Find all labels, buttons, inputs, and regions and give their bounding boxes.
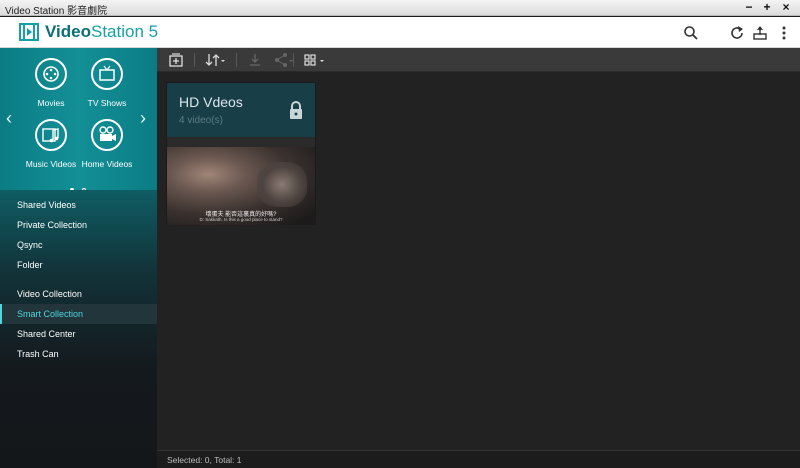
collection-count: 4 video(s) — [179, 115, 223, 126]
sidebar-item-qsync[interactable]: Qsync — [0, 235, 157, 255]
carousel-prev-icon[interactable]: ‹ — [6, 108, 12, 129]
sidebar-menu: Shared Videos Private Collection Qsync F… — [0, 190, 157, 468]
nav-tile-label: TV Shows — [87, 98, 127, 108]
tv-icon — [91, 58, 123, 90]
share-icon[interactable] — [273, 52, 295, 68]
toolbar — [157, 48, 800, 72]
collection-thumbnail: 壞蛋夫 能否這裏真的好嗎? D: Sakkath. Is this a good… — [167, 147, 315, 225]
sidebar: ‹ › Movies TV Shows Music Videos Home Vi… — [0, 48, 157, 468]
nav-tile-label: Music Videos — [25, 159, 77, 169]
sidebar-item-trash-can[interactable]: Trash Can — [0, 344, 157, 364]
nav-tile-label: Movies — [37, 98, 65, 108]
toolbar-divider — [194, 53, 195, 67]
lock-icon — [290, 101, 302, 119]
sidebar-item-shared-center[interactable]: Shared Center — [0, 324, 157, 344]
maximize-button[interactable]: + — [760, 0, 774, 16]
nav-tile-tv-shows[interactable]: TV Shows — [75, 58, 139, 108]
main-content: HD Vdeos 4 video(s) 壞蛋夫 能否這裏真的好嗎? D: Sak… — [157, 48, 800, 468]
sidebar-item-folder[interactable]: Folder — [0, 255, 157, 275]
nav-tile-music-videos[interactable]: Music Videos — [19, 119, 83, 169]
window-title: Video Station 影音劇院 — [5, 6, 108, 17]
view-mode-icon[interactable] — [303, 52, 327, 68]
sidebar-item-private-collection[interactable]: Private Collection — [0, 215, 157, 235]
music-video-icon — [35, 119, 67, 151]
window-titlebar[interactable]: Video Station 影音劇院 − + × — [0, 0, 800, 17]
collection-title: HD Vdeos — [179, 94, 243, 110]
sort-icon[interactable] — [205, 52, 227, 68]
collection-card[interactable]: HD Vdeos 4 video(s) 壞蛋夫 能否這裏真的好嗎? D: Sak… — [167, 83, 315, 225]
film-reel-icon — [35, 58, 67, 90]
nav-tile-label: Home Videos — [81, 159, 133, 169]
app-name: VideoStation 5 — [45, 22, 159, 41]
refresh-icon[interactable] — [729, 25, 745, 41]
minimize-button[interactable]: − — [742, 0, 756, 16]
nav-tile-home-videos[interactable]: Home Videos — [75, 119, 139, 169]
add-collection-icon[interactable] — [168, 52, 184, 68]
thumbnail-figure — [257, 162, 307, 207]
camera-icon — [91, 119, 123, 151]
app-header: VideoStation 5 — [0, 17, 800, 48]
sidebar-item-smart-collection[interactable]: Smart Collection — [0, 304, 157, 324]
thumbnail-subtitle-line: D: Sakkath. Is this a good place to stan… — [199, 217, 283, 222]
close-button[interactable]: × — [779, 0, 793, 16]
upload-icon[interactable] — [752, 25, 768, 41]
toolbar-divider — [236, 53, 237, 67]
sidebar-item-video-collection[interactable]: Video Collection — [0, 284, 157, 304]
toolbar-divider — [293, 53, 294, 67]
status-bar: Selected: 0, Total: 1 — [157, 450, 800, 468]
app-window: Video Station 影音劇院 − + × VideoStation 5 — [0, 0, 800, 468]
selection-status: Selected: 0, Total: 1 — [167, 455, 242, 465]
nav-tile-movies[interactable]: Movies — [19, 58, 83, 108]
download-icon[interactable] — [247, 52, 263, 68]
videostation-logo-icon — [19, 23, 39, 41]
carousel-next-icon[interactable]: › — [140, 108, 146, 129]
category-carousel: ‹ › Movies TV Shows Music Videos Home Vi… — [0, 48, 157, 192]
search-icon[interactable] — [683, 25, 699, 41]
collection-card-header: HD Vdeos 4 video(s) — [167, 83, 315, 137]
more-icon[interactable] — [776, 25, 792, 41]
sidebar-item-shared-videos[interactable]: Shared Videos — [0, 195, 157, 215]
